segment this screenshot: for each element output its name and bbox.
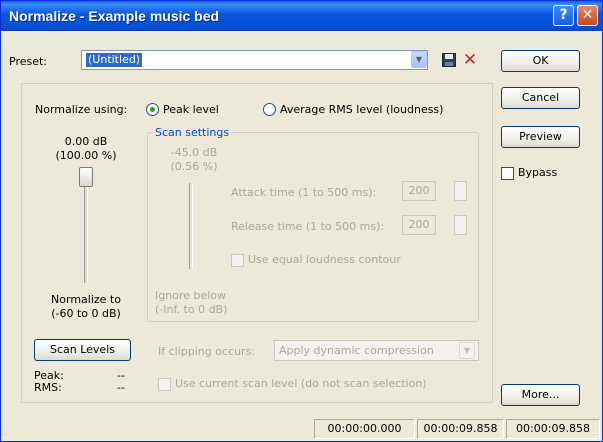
normalize-using-label: Normalize using:: [35, 103, 128, 116]
use-current-scan-checkbox[interactable]: [158, 378, 171, 391]
preset-label: Preset:: [9, 55, 48, 68]
window-title: Normalize - Example music bed: [9, 8, 220, 24]
release-time-spinner[interactable]: [454, 215, 467, 235]
preset-dropdown-arrow[interactable]: ▼: [411, 51, 427, 68]
release-time-value: 200: [408, 218, 430, 231]
attack-time-value: 200: [408, 184, 430, 197]
preview-button-label: Preview: [519, 130, 562, 143]
clipping-value: Apply dynamic compression: [279, 344, 434, 357]
normalize-range-label-2: (-60 to 0 dB): [51, 307, 121, 320]
red-x-icon: ✕: [462, 50, 478, 70]
preview-button[interactable]: Preview: [501, 126, 580, 148]
release-time-field[interactable]: 200: [402, 215, 436, 235]
scan-level-db: -45.0 dB: [170, 146, 218, 159]
more-button-label: More...: [521, 388, 560, 401]
close-button[interactable]: ✕: [577, 5, 598, 26]
help-icon: ?: [559, 7, 568, 23]
bypass-label: Bypass: [518, 166, 558, 179]
close-icon: ✕: [581, 7, 594, 23]
status-time-length-text: 00:00:09.858: [516, 422, 590, 435]
ignore-below-slider-track[interactable]: [189, 183, 193, 269]
ok-button[interactable]: OK: [501, 50, 580, 72]
equal-loudness-label: Use equal loudness contour: [248, 253, 401, 266]
attack-time-spinner[interactable]: [454, 181, 467, 201]
status-time-start: 00:00:00.000: [314, 419, 415, 439]
title-bar: Normalize - Example music bed: [1, 1, 602, 31]
floppy-disk-icon: [442, 53, 456, 67]
average-rms-radio[interactable]: [263, 103, 276, 116]
save-preset-button[interactable]: [442, 53, 456, 67]
peak-level-label: Peak level: [163, 103, 219, 116]
normalize-range-label-1: Normalize to: [51, 293, 121, 306]
status-time-start-text: 00:00:00.000: [327, 422, 402, 435]
help-button[interactable]: ?: [553, 5, 574, 26]
normalize-slider-track[interactable]: [84, 171, 88, 283]
peak-level-radio[interactable]: [146, 103, 159, 116]
status-time-length: 00:00:09.858: [506, 419, 600, 439]
rms-readout-label: RMS:: [34, 381, 62, 394]
normalize-dialog: Normalize - Example music bed ? ✕ Preset…: [0, 0, 603, 442]
attack-time-field[interactable]: 200: [402, 181, 436, 201]
ignore-below-label-2: (-Inf. to 0 dB): [155, 303, 228, 316]
normalize-level-pct: (100.00 %): [55, 149, 117, 162]
equal-loudness-checkbox[interactable]: [231, 254, 244, 267]
status-time-end: 00:00:09.858: [417, 419, 504, 439]
average-rms-label: Average RMS level (loudness): [280, 103, 444, 116]
clipping-dropdown-arrow[interactable]: ▼: [459, 342, 475, 359]
scan-levels-button-label: Scan Levels: [49, 343, 115, 356]
cancel-button-label: Cancel: [521, 91, 560, 104]
normalize-level-db: 0.00 dB: [64, 135, 108, 148]
preset-combobox[interactable]: (Untitled) ▼: [81, 50, 428, 70]
release-time-label: Release time (1 to 500 ms):: [231, 220, 385, 233]
preset-value: (Untitled): [86, 53, 143, 67]
clipping-combobox[interactable]: Apply dynamic compression ▼: [274, 340, 479, 361]
more-button[interactable]: More...: [501, 384, 580, 406]
attack-time-label: Attack time (1 to 500 ms):: [231, 186, 377, 199]
cancel-button[interactable]: Cancel: [501, 87, 580, 109]
scan-levels-button[interactable]: Scan Levels: [34, 339, 131, 361]
normalize-slider-thumb[interactable]: [79, 167, 93, 187]
use-current-scan-label: Use current scan level (do not scan sele…: [175, 377, 427, 390]
clipping-label: If clipping occurs:: [158, 345, 256, 358]
delete-preset-button[interactable]: ✕: [461, 50, 479, 70]
bypass-checkbox[interactable]: [501, 167, 514, 180]
scan-settings-title: Scan settings: [153, 126, 232, 139]
ok-button-label: OK: [532, 54, 549, 67]
scan-level-pct: (0.56 %): [170, 160, 218, 173]
ignore-below-label-1: Ignore below: [155, 289, 227, 302]
rms-readout-value: --: [117, 381, 125, 394]
status-time-end-text: 00:00:09.858: [423, 422, 498, 435]
